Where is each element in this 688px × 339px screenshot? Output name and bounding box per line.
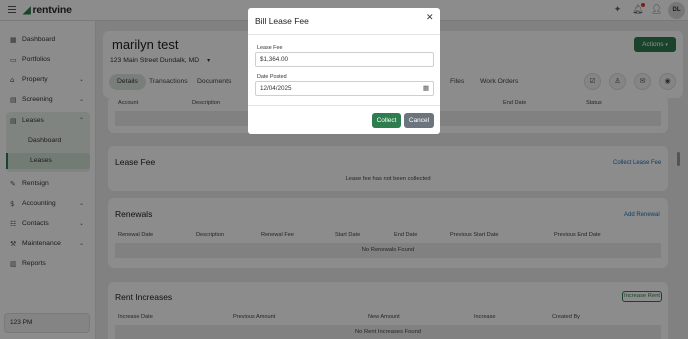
bill-lease-fee-modal: Bill Lease Fee ✕ Lease Fee $1,364.00 Dat… <box>248 8 440 134</box>
lease-fee-input[interactable]: $1,364.00 <box>255 52 434 67</box>
collect-button[interactable]: Collect <box>372 113 401 128</box>
lease-fee-label: Lease Fee <box>257 45 283 51</box>
close-icon[interactable]: ✕ <box>426 13 434 23</box>
calendar-icon[interactable]: ▦ <box>423 82 429 95</box>
modal-title: Bill Lease Fee <box>255 16 309 26</box>
divider <box>248 34 440 35</box>
date-value: 12/04/2025 <box>260 85 292 92</box>
date-posted-label: Date Posted <box>257 74 287 80</box>
cancel-button[interactable]: Cancel <box>404 113 434 128</box>
divider <box>248 105 440 106</box>
date-posted-input[interactable]: 12/04/2025 ▦ <box>255 81 434 96</box>
